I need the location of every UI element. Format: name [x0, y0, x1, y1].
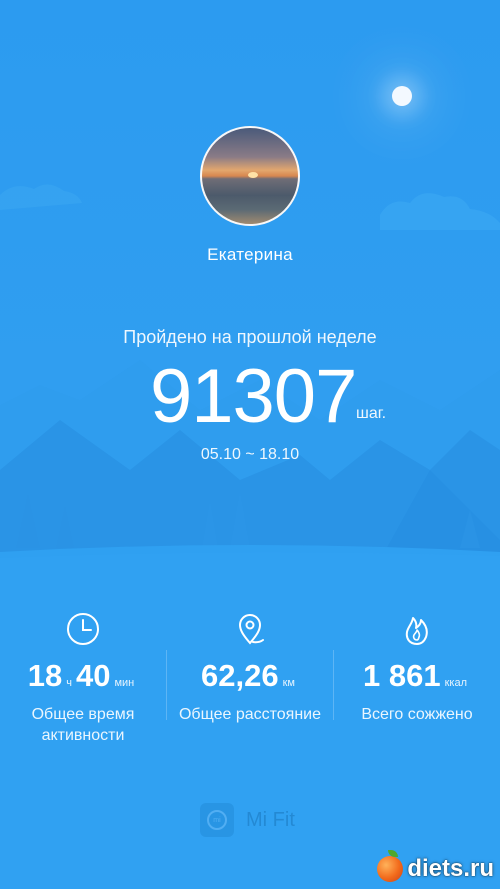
user-name: Екатерина	[207, 245, 293, 264]
activity-value-row: 18 ч 40 мин	[0, 658, 166, 698]
orange-logo-icon	[377, 850, 404, 882]
activity-caption: Общее время активности	[0, 704, 166, 746]
stat-calories: 1 861 ккал Всего сожжено	[334, 610, 500, 725]
calories-caption: Всего сожжено	[361, 706, 473, 723]
steps-unit: шаг.	[356, 405, 387, 422]
activity-minutes-unit: мин	[114, 677, 135, 689]
mi-fit-logo-icon: mi	[200, 803, 234, 837]
avatar[interactable]	[200, 126, 300, 226]
mi-logo-text: mi	[207, 810, 227, 830]
sun-decoration	[392, 86, 412, 106]
distance-value-row: 62,26 км	[167, 658, 333, 698]
activity-caption-line1: Общее время	[31, 706, 135, 723]
brand-footer: mi Mi Fit	[200, 802, 295, 838]
stat-activity: 18 ч 40 мин Общее время активности	[0, 610, 166, 746]
flame-icon	[405, 617, 428, 645]
watermark-text: diets.ru	[407, 855, 494, 882]
distance-unit: км	[282, 677, 295, 689]
activity-hours: 18	[27, 658, 63, 693]
distance-caption: Общее расстояние	[178, 706, 321, 723]
week-summary-label: Пройдено на прошлой неделе	[123, 327, 377, 347]
steps-value: 91307	[150, 354, 357, 439]
distance-value: 62,26	[201, 658, 279, 693]
avatar-photo-sun	[248, 172, 258, 178]
activity-caption-line2: активности	[41, 727, 125, 744]
calories-unit: ккал	[444, 677, 467, 689]
brand-name: Mi Fit	[246, 808, 295, 831]
location-pin-icon	[238, 614, 264, 645]
stat-distance: 62,26 км Общее расстояние	[167, 610, 333, 725]
calories-value-row: 1 861 ккал	[334, 658, 500, 698]
watermark: diets.ru	[377, 850, 494, 883]
clock-icon	[67, 613, 99, 645]
date-range: 05.10 ~ 18.10	[200, 446, 300, 463]
activity-hours-unit: ч	[66, 677, 72, 689]
activity-minutes: 40	[75, 658, 111, 693]
calories-value: 1 861	[363, 658, 441, 693]
